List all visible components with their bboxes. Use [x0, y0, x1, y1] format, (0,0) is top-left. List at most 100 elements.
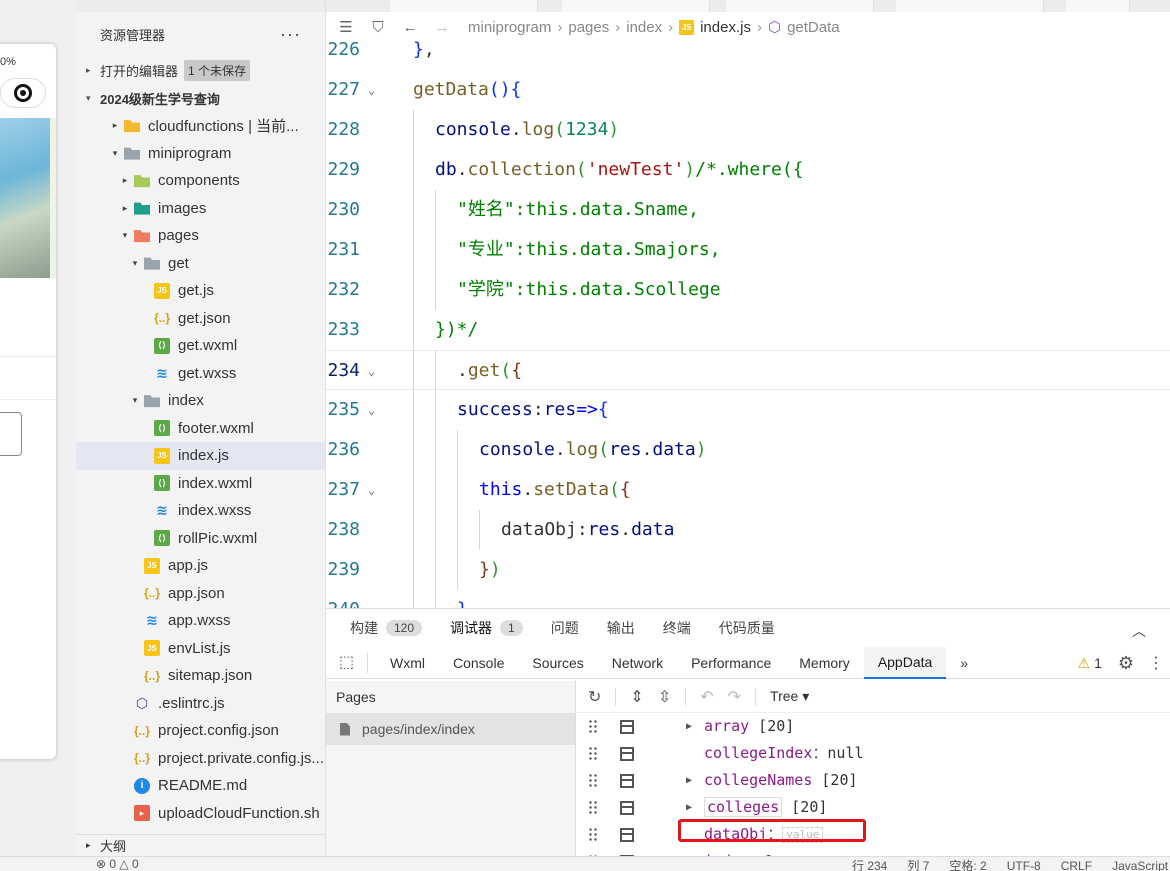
status-item[interactable]: 空格: 2	[949, 859, 986, 871]
editor-tab[interactable]	[896, 0, 1044, 12]
file-tree-item[interactable]: ≋ app.wxss	[76, 607, 325, 635]
file-tree-item[interactable]: JS app.js	[76, 552, 325, 580]
file-tree-item[interactable]: ▸ components	[76, 167, 325, 195]
chevron-right-icon[interactable]: ▸	[116, 175, 134, 186]
appdata-value[interactable]: [20]	[782, 798, 827, 816]
appdata-value[interactable]: [20]	[749, 717, 794, 735]
collapse-box-icon[interactable]	[620, 828, 634, 842]
code-line[interactable]: 228 console.log(1234)	[326, 110, 1170, 150]
simulator-input[interactable]	[0, 412, 22, 456]
appdata-row[interactable]: dataObj： value	[576, 821, 1170, 848]
file-tree-item[interactable]: ▾ miniprogram	[76, 140, 325, 168]
open-editors-section[interactable]: ▸ 打开的编辑器 1 个未保存	[76, 56, 325, 84]
code-line[interactable]: 230 "姓名":this.data.Sname,	[326, 190, 1170, 230]
expand-arrow-icon[interactable]: ▶	[686, 713, 692, 740]
code-line[interactable]: 227 ⌄ getData(){	[326, 70, 1170, 110]
devtools-tab-wxml[interactable]: Wxml	[376, 647, 439, 679]
code-lines[interactable]: 226}, 227 ⌄ getData(){228 console.log(1234) 2…	[326, 30, 1170, 608]
devtools-tab-sources[interactable]: Sources	[518, 647, 597, 679]
drag-handle-icon[interactable]	[588, 827, 598, 841]
file-tree-item[interactable]: ▾ pages	[76, 222, 325, 250]
drag-handle-icon[interactable]	[588, 746, 598, 760]
panel-tab[interactable]: 输出	[607, 618, 635, 638]
chevron-right-icon[interactable]: ▸	[116, 203, 134, 214]
appdata-value[interactable]: null	[827, 744, 863, 762]
fold-chevron-icon[interactable]: ⌄	[368, 470, 375, 510]
collapse-icon[interactable]: ︿	[1132, 621, 1146, 641]
file-tree-item[interactable]: ▾ index	[76, 387, 325, 415]
fold-chevron-icon[interactable]: ⌄	[368, 70, 375, 110]
page-item[interactable]: pages/index/index	[326, 713, 575, 745]
expand-arrow-icon[interactable]: ▶	[686, 767, 692, 794]
appdata-row[interactable]: ▶ colleges [20]	[576, 794, 1170, 821]
project-section[interactable]: ▾ 2024级新生学号查询	[76, 84, 325, 112]
value-input[interactable]: value	[782, 826, 824, 843]
collapse-box-icon[interactable]	[620, 801, 634, 815]
panel-tab[interactable]: 终端	[663, 618, 691, 638]
collapse-box-icon[interactable]	[620, 774, 634, 788]
editor-tab[interactable]	[726, 0, 874, 12]
devtools-tab-console[interactable]: Console	[439, 647, 518, 679]
overflow-icon[interactable]: »	[946, 647, 982, 679]
file-tree-item[interactable]: ⬡ .eslintrc.js	[76, 690, 325, 718]
undo-icon[interactable]: ↶	[700, 687, 713, 707]
file-tree-item[interactable]: {..} project.private.config.js...	[76, 745, 325, 773]
devtools-tab-memory[interactable]: Memory	[785, 647, 864, 679]
appdata-row[interactable]: collegeIndex：null	[576, 740, 1170, 767]
outline-section[interactable]: ▸ 大纲	[76, 834, 325, 856]
status-item[interactable]: JavaScript	[1112, 859, 1168, 871]
file-tree-item[interactable]: ≋ index.wxss	[76, 497, 325, 525]
chevron-down-icon[interactable]: ▾	[126, 395, 144, 406]
collapse-box-icon[interactable]	[620, 747, 634, 761]
appdata-value[interactable]: [20]	[812, 771, 857, 789]
editor-tab[interactable]	[562, 0, 710, 12]
editor-tab[interactable]	[390, 0, 538, 12]
chevron-right-icon[interactable]: ▸	[106, 120, 124, 131]
capsule-button[interactable]	[0, 78, 46, 108]
gear-icon[interactable]: ⚙	[1118, 653, 1134, 674]
file-tree-item[interactable]: ⟨⟩ index.wxml	[76, 470, 325, 498]
problems-count[interactable]: ⊗ 0 △ 0	[96, 857, 139, 871]
collapse-all-icon[interactable]: ⇳	[658, 687, 671, 707]
file-tree-item[interactable]: {..} sitemap.json	[76, 662, 325, 690]
panel-tab[interactable]: 调试器 1	[450, 618, 523, 638]
file-tree-item[interactable]: JS envList.js	[76, 635, 325, 663]
file-tree-item[interactable]: {..} get.json	[76, 305, 325, 333]
panel-tab[interactable]: 问题	[551, 618, 579, 638]
file-tree-item[interactable]: JS get.js	[76, 277, 325, 305]
redo-icon[interactable]: ↷	[728, 687, 741, 707]
code-line[interactable]: 236 console.log(res.data)	[326, 430, 1170, 470]
devtools-tab-appdata[interactable]: AppData	[863, 646, 947, 679]
drag-handle-icon[interactable]	[588, 719, 598, 733]
code-line[interactable]: 237 ⌄ this.setData({	[326, 470, 1170, 510]
fold-chevron-icon[interactable]: ⌄	[368, 351, 375, 391]
editor-tab[interactable]	[1066, 0, 1130, 12]
warning-count[interactable]: 1	[1094, 655, 1102, 671]
status-item[interactable]: CRLF	[1061, 859, 1092, 871]
code-line[interactable]: 233})*/	[326, 310, 1170, 350]
code-line[interactable]: 234 ⌄ .get({	[326, 350, 1170, 391]
warning-icon[interactable]: ⚠	[1078, 655, 1091, 672]
code-line[interactable]: 226},	[326, 30, 1170, 70]
file-tree-item[interactable]: i README.md	[76, 772, 325, 800]
file-tree-item[interactable]: ▸ cloudfunctions | 当前...	[76, 112, 325, 140]
chevron-down-icon[interactable]: ▾	[106, 148, 124, 159]
drag-handle-icon[interactable]	[588, 800, 598, 814]
code-line[interactable]: 232 "学院":this.data.Scollege	[326, 270, 1170, 310]
code-line[interactable]: 229 db.collection('newTest')/*.where({	[326, 150, 1170, 190]
view-mode-select[interactable]: Tree ▾	[770, 688, 809, 705]
chevron-down-icon[interactable]: ▾	[116, 230, 134, 241]
expand-all-icon[interactable]: ⇕	[630, 687, 643, 707]
refresh-icon[interactable]: ↻	[588, 687, 601, 707]
drag-handle-icon[interactable]	[588, 773, 598, 787]
more-icon[interactable]: ···	[280, 24, 301, 45]
collapse-box-icon[interactable]	[620, 720, 634, 734]
devtools-tab-performance[interactable]: Performance	[677, 647, 785, 679]
appdata-row[interactable]: ▶ array [20]	[576, 713, 1170, 740]
file-tree-item[interactable]: ▾ get	[76, 250, 325, 278]
record-icon[interactable]	[14, 84, 32, 102]
chevron-down-icon[interactable]: ▾	[126, 258, 144, 269]
code-line[interactable]: 239})	[326, 550, 1170, 590]
code-line[interactable]: 231 "专业":this.data.Smajors,	[326, 230, 1170, 270]
code-line[interactable]: 235 ⌄ success:res=>{	[326, 390, 1170, 430]
